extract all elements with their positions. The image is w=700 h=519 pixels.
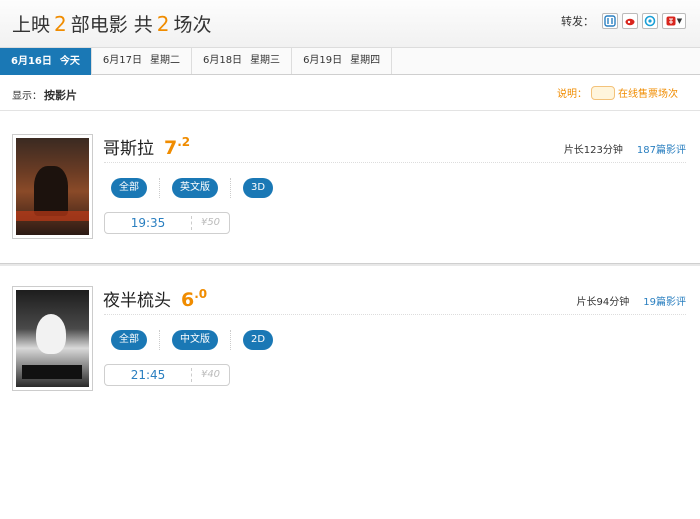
tab-date: 6月17日 xyxy=(102,55,142,66)
qzone-icon[interactable] xyxy=(642,13,658,29)
tab-june-18[interactable]: 6月18日 星期三 xyxy=(192,48,293,74)
movie-poster[interactable] xyxy=(12,286,93,391)
page-header: 上映 2 部电影 共 2 场次 转发： ▼ xyxy=(0,0,700,48)
movie-reviews-link[interactable]: 187篇影评 xyxy=(637,145,686,156)
showtime-slot[interactable]: 21:45 ¥40 xyxy=(104,364,230,386)
tab-weekday: 星期二 xyxy=(149,55,180,66)
movie-score: 6.0 xyxy=(181,287,207,311)
page-title: 上映 2 部电影 共 2 场次 xyxy=(12,10,212,37)
movie-count: 2 xyxy=(54,12,67,36)
score-int: 7 xyxy=(164,137,178,159)
movie-title-row: 哥斯拉 7.2 xyxy=(103,134,190,159)
movie-poster[interactable] xyxy=(12,134,93,239)
movie-card: 哥斯拉 7.2 片长123分钟 187篇影评 全部 英文版 3D 19:35 ¥50 xyxy=(0,112,700,264)
tab-date: 6月19日 xyxy=(303,55,343,66)
showtime-slot[interactable]: 19:35 ¥50 xyxy=(104,212,230,234)
ticket-price: ¥50 xyxy=(191,216,229,230)
score-dec: .0 xyxy=(194,287,208,301)
chip-language[interactable]: 英文版 xyxy=(172,178,218,198)
movie-title[interactable]: 哥斯拉 xyxy=(103,139,154,159)
tencent-weibo-icon[interactable] xyxy=(622,13,638,29)
display-mode-value[interactable]: 按影片 xyxy=(44,89,77,102)
movie-card: 夜半梳头 6.0 片长94分钟 19篇影评 全部 中文版 2D 21:45 ¥40 xyxy=(0,266,700,396)
divider xyxy=(104,162,686,163)
chevron-down-icon: ▼ xyxy=(676,17,683,25)
chip-format[interactable]: 2D xyxy=(243,330,274,350)
show-count: 2 xyxy=(156,12,170,36)
title-suffix: 场次 xyxy=(173,14,212,36)
title-prefix: 上映 xyxy=(12,14,51,36)
movie-meta: 片长94分钟 19篇影评 xyxy=(577,293,686,308)
divider xyxy=(230,330,231,350)
movie-score: 7.2 xyxy=(164,135,190,159)
tab-weekday: 今天 xyxy=(59,56,80,67)
showtime: 21:45 xyxy=(130,368,166,382)
tab-june-17[interactable]: 6月17日 星期二 xyxy=(92,48,192,74)
display-mode: 显示： 按影片 xyxy=(12,87,77,103)
title-mid: 部电影 共 xyxy=(70,14,153,36)
tab-weekday: 星期三 xyxy=(250,55,281,66)
display-mode-label: 显示： xyxy=(12,91,42,102)
more-share-icon[interactable]: ▼ xyxy=(662,13,686,29)
chip-format[interactable]: 3D xyxy=(243,178,274,198)
movie-title-row: 夜半梳头 6.0 xyxy=(103,286,207,311)
version-filters: 全部 英文版 3D xyxy=(111,178,274,198)
movie-reviews-link[interactable]: 19篇影评 xyxy=(643,297,686,308)
sina-weibo-icon[interactable] xyxy=(602,13,618,29)
movie-duration: 片长94分钟 xyxy=(576,297,630,308)
tab-date: 6月16日 xyxy=(11,56,52,67)
filter-bar: 显示： 按影片 说明： 在线售票场次 xyxy=(0,75,700,111)
legend: 说明： 在线售票场次 xyxy=(557,85,678,100)
ticket-price: ¥40 xyxy=(191,368,229,382)
divider xyxy=(230,178,231,198)
chip-all[interactable]: 全部 xyxy=(111,330,147,350)
score-dec: .2 xyxy=(177,135,191,149)
movie-duration: 片长123分钟 xyxy=(563,145,623,156)
chip-language[interactable]: 中文版 xyxy=(172,330,218,350)
tab-date: 6月18日 xyxy=(202,55,243,66)
score-int: 6 xyxy=(181,289,195,311)
movie-meta: 片长123分钟 187篇影评 xyxy=(564,141,686,156)
share-label: 转发： xyxy=(561,15,594,28)
tab-june-16[interactable]: 6月16日 今天 xyxy=(0,48,92,75)
legend-label: 说明： xyxy=(557,89,587,100)
tab-june-19[interactable]: 6月19日 星期四 xyxy=(292,48,393,74)
legend-text: 在线售票场次 xyxy=(618,89,678,100)
tab-weekday: 星期四 xyxy=(350,55,381,66)
poster-image xyxy=(16,290,89,387)
divider xyxy=(104,314,686,315)
date-tabs: 6月16日 今天 6月17日 星期二 6月18日 星期三 6月19日 星期四 xyxy=(0,48,700,75)
version-filters: 全部 中文版 2D xyxy=(111,330,274,350)
poster-image xyxy=(16,138,89,235)
divider xyxy=(159,178,160,198)
share-bar: 转发： ▼ xyxy=(561,13,686,29)
showtime: 19:35 xyxy=(130,216,166,230)
legend-swatch xyxy=(591,85,615,100)
divider xyxy=(159,330,160,350)
movie-title[interactable]: 夜半梳头 xyxy=(103,291,171,311)
chip-all[interactable]: 全部 xyxy=(111,178,147,198)
